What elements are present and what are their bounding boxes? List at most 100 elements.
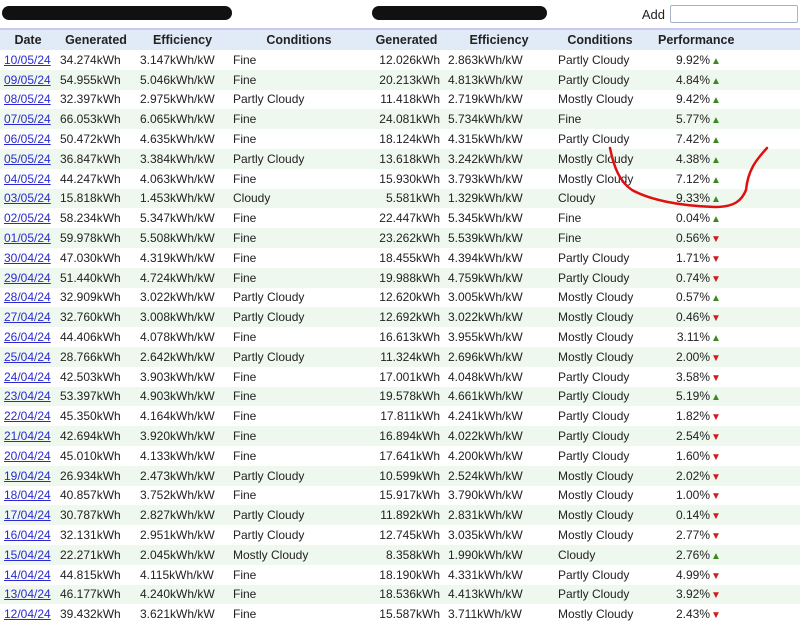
add-input[interactable]	[670, 5, 798, 23]
date-link[interactable]: 27/04/24	[4, 310, 51, 324]
cell-date: 04/05/24	[0, 169, 56, 189]
date-link[interactable]: 18/04/24	[4, 488, 51, 502]
cell-efficiency: 5.347kWh/kW	[140, 211, 215, 226]
date-link[interactable]: 24/04/24	[4, 370, 51, 384]
table-row: 26/04/24 44.406kWh 4.078kWh/kW Fine 16.613kW…	[0, 327, 800, 347]
cell-generated: 59.978kWh	[60, 231, 121, 246]
cell-performance: 7.42%	[646, 129, 710, 149]
cell-conditions-2: Mostly Cloudy	[558, 330, 634, 345]
trend-down-icon: ▼	[711, 273, 721, 285]
cell-trend: ▲	[710, 149, 800, 169]
trend-up-icon: ▲	[711, 95, 721, 107]
cell-conditions-2: Partly Cloudy	[558, 567, 630, 582]
cell-efficiency: 2.473kWh/kW	[140, 468, 215, 483]
cell-efficiency: 4.724kWh/kW	[140, 270, 215, 285]
header-date[interactable]: Date	[0, 29, 56, 50]
header-performance[interactable]: Performance	[646, 29, 800, 50]
date-link[interactable]: 22/04/24	[4, 409, 51, 423]
date-link[interactable]: 05/05/24	[4, 152, 51, 166]
cell-conditions-2: Partly Cloudy	[558, 389, 630, 404]
cell-generated-2: 15.930kWh	[379, 171, 440, 186]
cell-generated-2: 18.124kWh	[379, 132, 440, 147]
date-link[interactable]: 26/04/24	[4, 330, 51, 344]
cell-efficiency: 2.975kWh/kW	[140, 92, 215, 107]
cell-generated: 15.818kWh	[60, 191, 121, 206]
date-link[interactable]: 19/04/24	[4, 469, 51, 483]
cell-trend: ▲	[710, 90, 800, 110]
performance-value: 0.74%	[675, 270, 710, 285]
date-link[interactable]: 15/04/24	[4, 548, 51, 562]
cell-conditions-2: Cloudy	[558, 547, 596, 562]
date-link[interactable]: 03/05/24	[4, 191, 51, 205]
date-link[interactable]: 17/04/24	[4, 508, 51, 522]
date-link[interactable]: 12/04/24	[4, 607, 51, 621]
date-link[interactable]: 29/04/24	[4, 271, 51, 285]
cell-conditions: Fine	[233, 231, 257, 246]
performance-value: 3.58%	[675, 369, 710, 384]
date-link[interactable]: 30/04/24	[4, 251, 51, 265]
cell-generated-2: 11.418kWh	[380, 92, 440, 107]
cell-trend: ▲	[710, 70, 800, 90]
cell-generated: 58.234kWh	[60, 211, 121, 226]
cell-performance: 0.57%	[646, 288, 710, 308]
cell-efficiency: 3.920kWh/kW	[140, 429, 215, 444]
cell-efficiency: 1.453kWh/kW	[140, 191, 215, 206]
date-link[interactable]: 14/04/24	[4, 568, 51, 582]
date-link[interactable]: 21/04/24	[4, 429, 51, 443]
trend-up-icon: ▲	[711, 135, 721, 147]
cell-conditions: Fine	[233, 409, 257, 424]
date-link[interactable]: 13/04/24	[4, 587, 51, 601]
date-link[interactable]: 09/05/24	[4, 73, 51, 87]
performance-value: 0.46%	[675, 310, 710, 325]
cell-efficiency: 4.063kWh/kW	[140, 171, 215, 186]
cell-efficiency-2: 3.005kWh/kW	[448, 290, 523, 305]
date-link[interactable]: 23/04/24	[4, 389, 51, 403]
header-efficiency[interactable]: Efficiency	[136, 29, 229, 50]
date-link[interactable]: 20/04/24	[4, 449, 51, 463]
cell-performance: 7.12%	[646, 169, 710, 189]
cell-conditions: Fine	[233, 587, 257, 602]
cell-generated-2: 12.745kWh	[379, 528, 440, 543]
date-link[interactable]: 01/05/24	[4, 231, 51, 245]
cell-trend: ▼	[710, 565, 800, 585]
date-link[interactable]: 16/04/24	[4, 528, 51, 542]
header-generated-2[interactable]: Generated	[369, 29, 444, 50]
cell-generated-2: 12.620kWh	[379, 290, 440, 305]
cell-trend: ▼	[710, 446, 800, 466]
performance-value: 0.04%	[675, 211, 710, 226]
cell-trend: ▼	[710, 268, 800, 288]
cell-efficiency: 5.508kWh/kW	[140, 231, 215, 246]
header-efficiency-2[interactable]: Efficiency	[444, 29, 554, 50]
cell-efficiency: 5.046kWh/kW	[140, 72, 215, 87]
cell-generated: 34.274kWh	[60, 52, 121, 67]
cell-date: 09/05/24	[0, 70, 56, 90]
cell-generated: 30.787kWh	[60, 508, 121, 523]
cell-conditions: Cloudy	[233, 191, 271, 206]
date-link[interactable]: 07/05/24	[4, 112, 51, 126]
cell-conditions: Partly Cloudy	[233, 310, 305, 325]
cell-generated-2: 10.599kWh	[379, 468, 440, 483]
date-link[interactable]: 25/04/24	[4, 350, 51, 364]
date-link[interactable]: 08/05/24	[4, 92, 51, 106]
date-link[interactable]: 10/05/24	[4, 53, 51, 67]
generation-table: Date Generated Efficiency Conditions Gen…	[0, 28, 800, 624]
date-link[interactable]: 06/05/24	[4, 132, 51, 146]
cell-efficiency: 2.951kWh/kW	[140, 528, 215, 543]
date-link[interactable]: 28/04/24	[4, 290, 51, 304]
cell-efficiency: 4.319kWh/kW	[140, 250, 215, 265]
cell-conditions-2: Partly Cloudy	[558, 587, 630, 602]
cell-generated-2: 12.692kWh	[379, 310, 440, 325]
header-generated[interactable]: Generated	[56, 29, 136, 50]
cell-generated-2: 11.892kWh	[380, 508, 440, 523]
cell-efficiency: 3.621kWh/kW	[140, 607, 215, 622]
cell-conditions: Fine	[233, 72, 257, 87]
cell-trend: ▲	[710, 50, 800, 70]
date-link[interactable]: 02/05/24	[4, 211, 51, 225]
date-link[interactable]: 04/05/24	[4, 172, 51, 186]
cell-efficiency-2: 3.242kWh/kW	[448, 151, 523, 166]
cell-efficiency-2: 4.048kWh/kW	[448, 369, 523, 384]
cell-performance: 4.99%	[646, 565, 710, 585]
header-conditions-2[interactable]: Conditions	[554, 29, 646, 50]
header-conditions[interactable]: Conditions	[229, 29, 369, 50]
trend-up-icon: ▲	[711, 392, 721, 404]
